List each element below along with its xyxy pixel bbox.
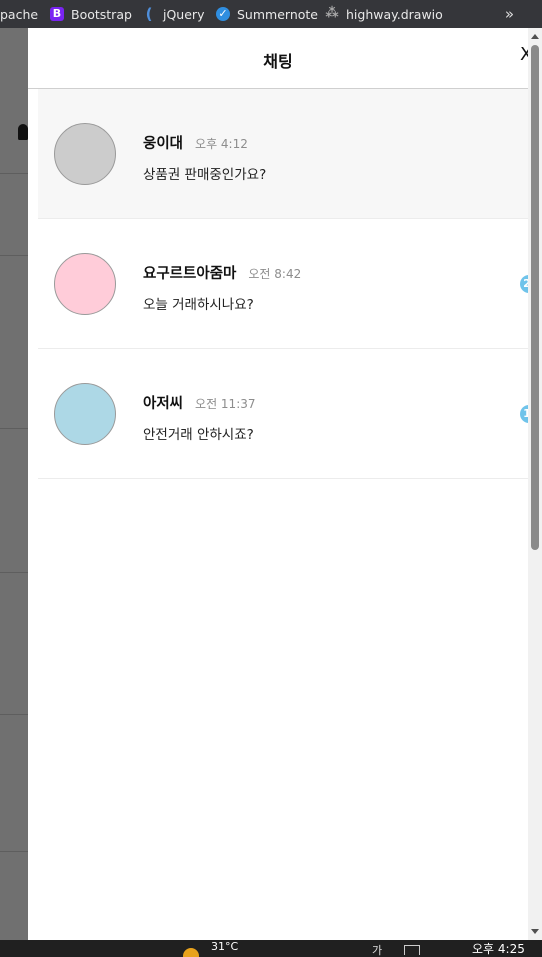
- divider: [0, 173, 28, 174]
- drawio-icon: ⁂: [325, 6, 339, 21]
- bookmark-label: highway.drawio: [346, 6, 443, 22]
- user-icon: [18, 124, 28, 140]
- divider: [0, 572, 28, 573]
- bookmarks-overflow-button[interactable]: »: [505, 0, 514, 28]
- chat-list: 웅이대 오후 4:12 상품권 판매중인가요? 요구르트아줌마 오전 8:42 …: [38, 89, 528, 479]
- avatar: [54, 383, 116, 445]
- unread-badge: 2: [520, 275, 528, 293]
- divider: [0, 851, 28, 852]
- chat-last-message: 안전거래 안하시죠?: [143, 427, 254, 443]
- bookmark-apache[interactable]: pache: [0, 0, 38, 28]
- bookmark-drawio[interactable]: ⁂ highway.drawio: [325, 0, 443, 28]
- chat-name-text: 요구르트아줌마: [143, 266, 237, 282]
- weather-sun-icon[interactable]: [183, 948, 199, 957]
- chat-time: 오전 11:37: [195, 397, 256, 411]
- bookmark-label: jQuery: [163, 6, 205, 22]
- chat-time: 오전 8:42: [248, 267, 302, 281]
- chat-sender-name: 웅이대 오후 4:12: [143, 132, 248, 153]
- bookmark-summernote[interactable]: ✓ Summernote: [216, 0, 318, 28]
- bootstrap-icon: B: [50, 7, 64, 21]
- avatar: [54, 253, 116, 315]
- jquery-icon: (: [145, 5, 153, 23]
- chat-name-text: 아저씨: [143, 396, 184, 412]
- close-button[interactable]: X: [520, 44, 528, 65]
- chat-item[interactable]: 요구르트아줌마 오전 8:42 오늘 거래하시나요? 2: [38, 219, 528, 349]
- summernote-icon: ✓: [216, 7, 230, 21]
- bookmark-jquery[interactable]: ( jQuery: [142, 0, 205, 28]
- chat-panel: 채팅 X 웅이대 오후 4:12 상품권 판매중인가요? 요구르트아줌마 오전 …: [28, 28, 528, 940]
- window-icon[interactable]: [404, 945, 420, 955]
- taskbar-clock[interactable]: 오후 4:25: [472, 940, 525, 957]
- scroll-up-icon[interactable]: [531, 34, 539, 39]
- input-language-indicator[interactable]: 가: [372, 942, 382, 957]
- chat-last-message: 오늘 거래하시나요?: [143, 297, 254, 313]
- chat-item[interactable]: 아저씨 오전 11:37 안전거래 안하시죠? 1: [38, 349, 528, 479]
- divider: [0, 255, 28, 256]
- chat-time: 오후 4:12: [195, 137, 248, 151]
- unread-badge: 1: [520, 405, 528, 423]
- chat-sender-name: 요구르트아줌마 오전 8:42: [143, 262, 301, 283]
- weather-temperature[interactable]: 31°C: [211, 940, 238, 953]
- page-title: 채팅: [263, 52, 293, 71]
- bookmarks-bar: pache B Bootstrap ( jQuery ✓ Summernote …: [0, 0, 542, 28]
- bookmark-label: Summernote: [237, 6, 318, 22]
- scrollbar-thumb[interactable]: [531, 45, 539, 550]
- bookmark-bootstrap[interactable]: B Bootstrap: [50, 0, 132, 28]
- bookmark-label: pache: [0, 6, 39, 22]
- taskbar: 31°C 가 오후 4:25: [0, 940, 542, 957]
- divider: [0, 428, 28, 429]
- bookmark-label: Bootstrap: [71, 6, 132, 22]
- scroll-down-icon[interactable]: [531, 929, 539, 934]
- avatar: [54, 123, 116, 185]
- scrollbar[interactable]: [528, 28, 542, 940]
- chat-last-message: 상품권 판매중인가요?: [143, 167, 267, 183]
- chat-item[interactable]: 웅이대 오후 4:12 상품권 판매중인가요?: [38, 89, 528, 219]
- divider: [0, 714, 28, 715]
- chat-name-text: 웅이대: [143, 136, 184, 152]
- chat-panel-header: 채팅 X: [28, 28, 528, 89]
- chat-sender-name: 아저씨 오전 11:37: [143, 392, 256, 413]
